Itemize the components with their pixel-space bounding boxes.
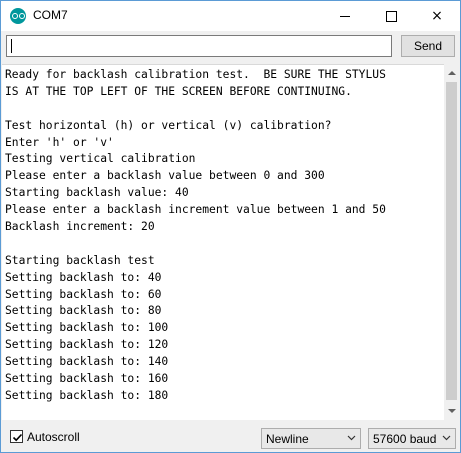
chevron-up-icon [448,70,456,75]
title-bar[interactable]: COM7 × [1,1,460,31]
baud-rate-select[interactable]: 57600 baud [368,428,456,449]
scroll-down-button[interactable] [444,402,460,419]
serial-output[interactable]: Ready for backlash calibration test. BE … [2,64,444,420]
scrollbar-thumb[interactable] [446,82,457,400]
close-icon: × [431,8,443,24]
output-line: Setting backlash to: 80 [5,304,162,318]
checkmark-icon [12,433,23,442]
output-line: Setting backlash to: 100 [5,321,169,335]
output-line: Starting backlash value: 40 [5,186,189,200]
arduino-icon [10,8,26,24]
autoscroll-checkbox[interactable] [10,430,23,443]
send-button[interactable]: Send [401,35,455,57]
output-line: IS AT THE TOP LEFT OF THE SCREEN BEFORE … [5,84,352,98]
autoscroll-label: Autoscroll [27,430,80,444]
maximize-icon [385,10,397,22]
output-line: Enter 'h' or 'v' [5,135,114,149]
baud-rate-value: 57600 baud [373,432,437,446]
output-line: Ready for backlash calibration test. BE … [5,68,386,81]
output-line: Setting backlash to: 40 [5,270,162,284]
close-button[interactable]: × [414,1,460,31]
minimize-button[interactable] [322,1,368,31]
line-ending-select[interactable]: Newline [261,428,361,449]
vertical-scrollbar[interactable] [444,64,460,419]
output-line: Setting backlash to: 180 [5,388,169,402]
window-title: COM7 [33,8,68,22]
minimize-icon [340,15,350,17]
serial-input[interactable] [6,35,392,57]
scroll-up-button[interactable] [444,64,460,81]
status-bar: Autoscroll Newline 57600 baud [1,420,460,452]
output-line: Testing vertical calibration [5,152,196,166]
output-line: Test horizontal (h) or vertical (v) cali… [5,118,332,132]
output-line: Backlash increment: 20 [5,220,155,234]
output-line: Setting backlash to: 160 [5,372,169,386]
output-line: Setting backlash to: 120 [5,338,169,352]
chevron-down-icon [448,408,456,413]
maximize-button[interactable] [368,1,414,31]
output-line: Please enter a backlash increment value … [5,203,386,217]
text-cursor [11,39,12,53]
output-line: Starting backlash test [5,253,155,267]
serial-monitor-window: COM7 × Send Ready for backlash calibrati… [0,0,461,453]
line-ending-value: Newline [266,432,309,446]
output-lines: Ready for backlash calibration test. BE … [5,67,386,405]
output-line: Please enter a backlash value between 0 … [5,169,325,183]
output-line: Setting backlash to: 140 [5,355,169,369]
output-line: Setting backlash to: 60 [5,287,162,301]
